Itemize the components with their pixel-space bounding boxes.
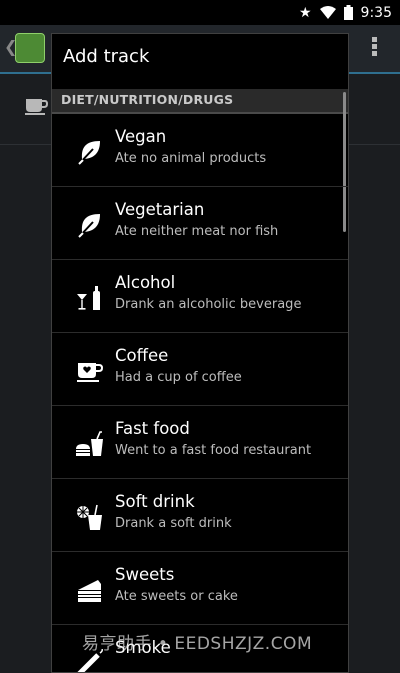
add-track-dialog: Add track DIET/NUTRITION/DRUGS Vegan Ate…: [51, 33, 349, 673]
item-name: Fast food: [115, 419, 190, 438]
list-item-fast-food[interactable]: Fast food Went to a fast food restaurant: [52, 406, 348, 479]
list-item-sweets[interactable]: Sweets Ate sweets or cake: [52, 552, 348, 625]
section-header: DIET/NUTRITION/DRUGS: [52, 89, 348, 114]
list-item-vegan[interactable]: Vegan Ate no animal products: [52, 114, 348, 187]
status-time: 9:35: [360, 4, 392, 21]
list-item-coffee[interactable]: Coffee Had a cup of coffee: [52, 333, 348, 406]
cake-icon: [78, 580, 101, 602]
watermark: 易亨助手 • EEDSHZJZ.COM: [82, 634, 313, 654]
leaf-icon: [78, 214, 100, 238]
item-name: Alcohol: [115, 273, 176, 292]
item-description: Ate no animal products: [115, 151, 267, 166]
item-name: Soft drink: [115, 492, 195, 511]
item-description: Ate sweets or cake: [115, 589, 238, 604]
soft-drink-icon: [77, 504, 102, 530]
list-item-alcohol[interactable]: Alcohol Drank an alcoholic beverage: [52, 260, 348, 333]
coffee-cup-icon: [77, 363, 104, 382]
coffee-cup-icon: [25, 99, 48, 115]
item-description: Drank an alcoholic beverage: [115, 297, 302, 312]
item-description: Went to a fast food restaurant: [115, 443, 312, 458]
section-header-label: DIET/NUTRITION/DRUGS: [61, 92, 234, 107]
item-name: Coffee: [115, 346, 169, 365]
wifi-icon: [319, 5, 336, 19]
leaf-icon: [78, 141, 100, 165]
item-description: Had a cup of coffee: [115, 370, 242, 385]
list-item-soft-drink[interactable]: Soft drink Drank a soft drink: [52, 479, 348, 552]
overflow-menu-icon[interactable]: [372, 37, 378, 57]
dialog-title: Add track: [63, 46, 150, 67]
item-name: Vegetarian: [115, 200, 205, 219]
fast-food-icon: [76, 431, 103, 456]
app-logo[interactable]: [15, 33, 45, 63]
status-bar: ★ 9:35: [0, 0, 400, 25]
item-description: Drank a soft drink: [115, 516, 232, 531]
track-list: Vegan Ate no animal products Vegetarian …: [52, 114, 348, 672]
item-name: Sweets: [115, 565, 175, 584]
star-icon: ★: [298, 4, 312, 21]
alcohol-icon: [77, 286, 100, 310]
battery-icon: [343, 5, 353, 20]
item-description: Ate neither meat nor fish: [115, 224, 279, 239]
item-name: Vegan: [115, 127, 167, 146]
list-item-vegetarian[interactable]: Vegetarian Ate neither meat nor fish: [52, 187, 348, 260]
